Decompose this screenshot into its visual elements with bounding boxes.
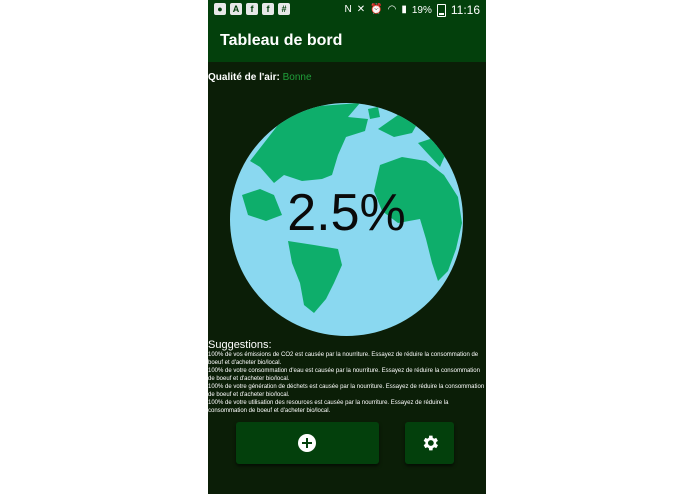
status-left-icons: ● A f f #	[214, 3, 290, 15]
plus-circle-icon	[298, 434, 316, 452]
wifi-icon: ◠	[387, 4, 397, 15]
status-bar: ● A f f # N ✕ ⏰ ◠ ▮ 19% 11:16	[208, 0, 486, 20]
settings-button[interactable]	[405, 422, 454, 464]
suggestion-item: 100% de vos émissions de CO2 est causée …	[208, 352, 479, 366]
suggestion-item: 100% de votre génération de déchets est …	[208, 384, 485, 398]
globe: 2.5%	[230, 103, 463, 336]
notification-icon: ●	[214, 3, 226, 15]
clock: 11:16	[450, 3, 480, 17]
battery-percent: 19%	[411, 4, 432, 16]
gear-icon	[423, 435, 438, 451]
add-button[interactable]	[236, 422, 379, 464]
status-right-icons: N ✕ ⏰ ◠ ▮ 19% 11:16	[345, 3, 480, 17]
footprint-percent: 2.5%	[287, 184, 406, 242]
suggestions-list: 100% de vos émissions de CO2 est causée …	[208, 352, 486, 416]
suggestion-item: 100% de votre consommation d'eau est cau…	[208, 368, 480, 382]
air-quality: Qualité de l'air: Bonne	[208, 72, 312, 83]
app-bar: Tableau de bord	[208, 20, 486, 62]
mute-icon: ✕	[356, 4, 366, 15]
air-quality-value: Bonne	[282, 72, 312, 83]
suggestion-item: 100% de votre utilisation des resources …	[208, 400, 449, 414]
battery-icon	[436, 3, 446, 17]
nfc-icon: N	[344, 4, 352, 15]
suggestions-title: Suggestions:	[208, 339, 272, 351]
slack-icon: #	[278, 3, 290, 15]
a-app-icon: A	[230, 3, 242, 15]
signal-icon: ▮	[401, 4, 407, 15]
air-quality-label: Qualité de l'air:	[208, 72, 280, 83]
phone-screen: ● A f f # N ✕ ⏰ ◠ ▮ 19% 11:16 Tableau de…	[208, 0, 486, 494]
alarm-icon: ⏰	[370, 4, 383, 15]
page-title: Tableau de bord	[220, 32, 343, 49]
facebook-icon: f	[246, 3, 258, 15]
facebook-icon: f	[262, 3, 274, 15]
